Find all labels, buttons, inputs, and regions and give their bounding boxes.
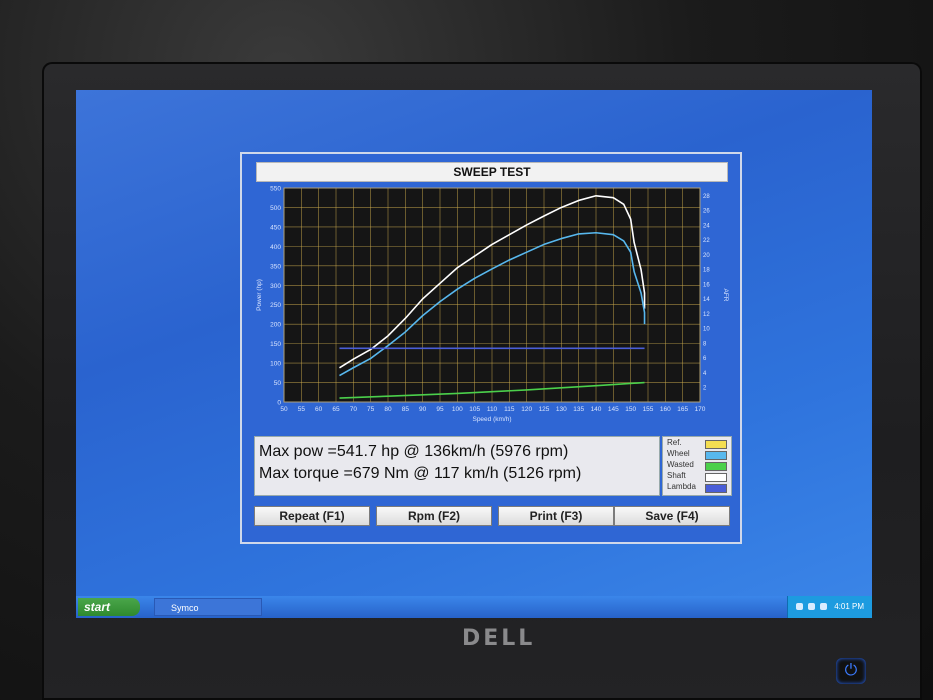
y-tick-label: 450 <box>270 224 281 231</box>
y2-tick-label: 18 <box>703 268 710 274</box>
x-tick-label: 75 <box>367 406 375 413</box>
max-power-text: Max pow =541.7 hp @ 136km/h (5976 rpm) <box>259 443 569 460</box>
brand-logo: DELL <box>462 626 536 651</box>
x-tick-label: 135 <box>573 406 584 413</box>
y2-tick-label: 4 <box>703 371 707 377</box>
print-button[interactable]: Print (F3) <box>498 506 614 526</box>
x-tick-label: 105 <box>469 406 480 413</box>
power-icon[interactable]: ⏻ <box>836 658 866 684</box>
screen: SWEEP TEST 50 55 60 65 70 75 80 85 90 95 100 105 110… <box>76 90 872 618</box>
y2-tick-label: 12 <box>703 312 710 318</box>
legend-item-ref: Ref. <box>667 438 729 449</box>
legend-swatch <box>705 484 727 493</box>
x-tick-label: 145 <box>608 406 619 413</box>
dialog-title: SWEEP TEST <box>256 162 728 182</box>
legend-label: Ref. <box>667 438 682 447</box>
x-tick-label: 80 <box>384 406 392 413</box>
dyno-chart: 50 55 60 65 70 75 80 85 90 95 100 105 110 115 120 125 13… <box>252 184 730 424</box>
legend-swatch <box>705 440 727 449</box>
task-label: Symco <box>171 603 199 613</box>
start-button[interactable]: start <box>78 598 140 616</box>
y2-tick-label: 8 <box>703 341 707 347</box>
legend-item-shaft: Shaft <box>667 471 729 482</box>
x-tick-label: 65 <box>332 406 340 413</box>
y2-tick-label: 14 <box>703 297 710 303</box>
results-panel: Max pow =541.7 hp @ 136km/h (5976 rpm) M… <box>254 436 660 496</box>
legend-item-lambda: Lambda <box>667 482 729 493</box>
y-tick-label: 250 <box>270 302 281 309</box>
y2-tick-label: 20 <box>703 253 710 259</box>
y-tick-label: 200 <box>270 322 281 329</box>
x-tick-label: 60 <box>315 406 323 413</box>
x-axis-label: Speed (km/h) <box>472 416 511 423</box>
x-tick-label: 150 <box>625 406 636 413</box>
legend-item-wheel: Wheel <box>667 449 729 460</box>
taskbar: start Symco 4:01 PM <box>76 596 872 618</box>
rpm-button[interactable]: Rpm (F2) <box>376 506 492 526</box>
x-tick-label: 95 <box>436 406 444 413</box>
x-tick-label: 90 <box>419 406 427 413</box>
x-tick-label: 55 <box>298 406 306 413</box>
x-tick-label: 100 <box>452 406 463 413</box>
legend-label: Wasted <box>667 460 694 469</box>
max-torque-text: Max torque =679 Nm @ 117 km/h (5126 rpm) <box>259 465 582 482</box>
tray-volume-icon[interactable] <box>820 603 827 610</box>
y-tick-label: 100 <box>270 361 281 368</box>
x-tick-label: 140 <box>591 406 602 413</box>
legend-label: Wheel <box>667 449 690 458</box>
y-tick-label: 150 <box>270 341 281 348</box>
y2-tick-label: 22 <box>703 238 710 244</box>
legend-label: Lambda <box>667 482 696 491</box>
x-tick-label: 155 <box>643 406 654 413</box>
y2-axis-label: AFR <box>722 289 729 302</box>
x-tick-label: 115 <box>504 406 515 413</box>
x-tick-label: 160 <box>660 406 671 413</box>
x-tick-label: 110 <box>487 406 498 413</box>
clock: 4:01 PM <box>834 602 864 611</box>
system-tray: 4:01 PM <box>787 596 872 618</box>
x-tick-label: 120 <box>521 406 532 413</box>
x-tick-label: 125 <box>539 406 550 413</box>
legend-label: Shaft <box>667 471 686 480</box>
y2-tick-label: 2 <box>703 386 707 392</box>
legend-swatch <box>705 451 727 460</box>
taskbar-item-symco[interactable]: Symco <box>154 598 262 616</box>
y2-tick-label: 26 <box>703 209 710 215</box>
y2-tick-label: 24 <box>703 223 710 229</box>
y-tick-label: 50 <box>274 380 282 387</box>
y2-tick-label: 28 <box>703 194 710 200</box>
y2-tick-label: 6 <box>703 356 707 362</box>
y-tick-label: 300 <box>270 283 281 290</box>
legend-swatch <box>705 462 727 471</box>
y-axis-label: Power (hp) <box>256 279 263 311</box>
y-tick-label: 550 <box>270 186 281 193</box>
x-tick-label: 70 <box>350 406 358 413</box>
x-tick-label: 85 <box>402 406 410 413</box>
save-button[interactable]: Save (F4) <box>614 506 730 526</box>
y-tick-label: 400 <box>270 244 281 251</box>
tray-network-icon[interactable] <box>808 603 815 610</box>
tray-help-icon[interactable] <box>796 603 803 610</box>
x-tick-label: 165 <box>677 406 688 413</box>
x-tick-label: 50 <box>280 406 288 413</box>
x-tick-label: 170 <box>695 406 706 413</box>
y-tick-label: 500 <box>270 205 281 212</box>
legend-swatch <box>705 473 727 482</box>
y2-tick-label: 10 <box>703 327 710 333</box>
legend-item-wasted: Wasted <box>667 460 729 471</box>
y2-tick-label: 16 <box>703 282 710 288</box>
start-label: start <box>84 600 111 614</box>
dyno-chart-svg: 50 55 60 65 70 75 80 85 90 95 100 105 110 115 120 125 13… <box>256 186 729 424</box>
repeat-button[interactable]: Repeat (F1) <box>254 506 370 526</box>
y-tick-label: 350 <box>270 263 281 270</box>
sweep-test-dialog: SWEEP TEST 50 55 60 65 70 75 80 85 90 95 100 105 110… <box>240 152 742 544</box>
legend: Ref. Wheel Wasted Shaft Lambda <box>662 436 732 496</box>
y-tick-label: 0 <box>277 400 281 407</box>
x-tick-label: 130 <box>556 406 567 413</box>
